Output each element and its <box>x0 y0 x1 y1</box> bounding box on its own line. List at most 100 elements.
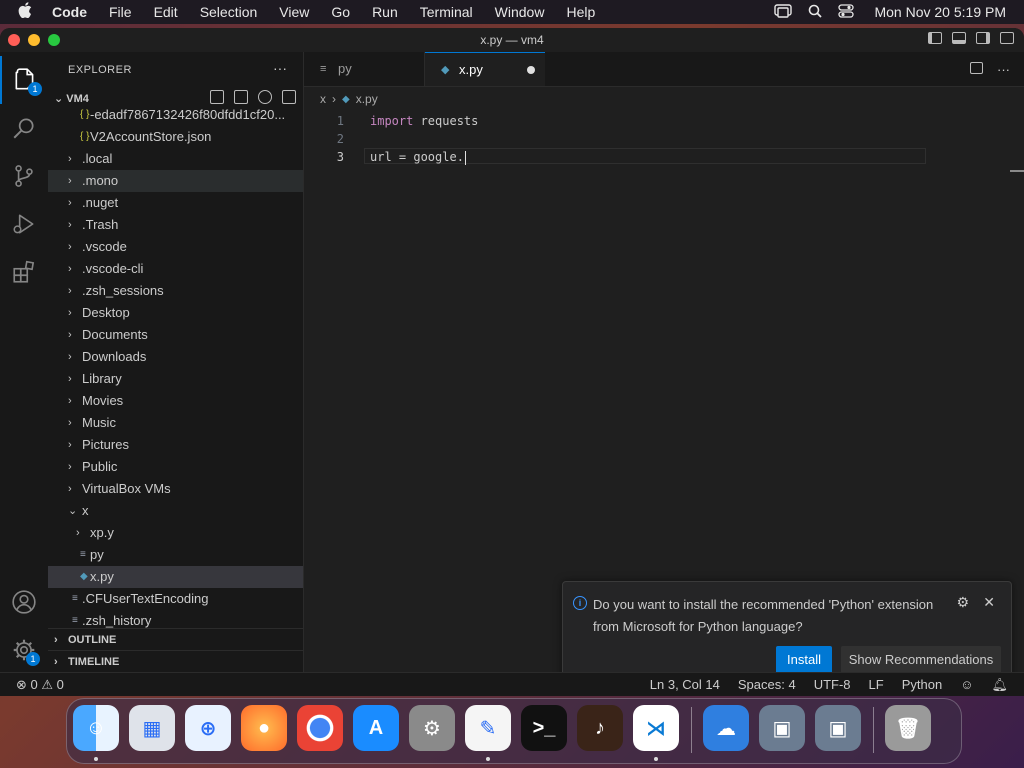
accounts-activity[interactable] <box>0 578 48 626</box>
menu-code[interactable]: Code <box>52 4 87 20</box>
tree-folder[interactable]: › .vscode <box>48 236 303 258</box>
code-line[interactable]: 1 import requests <box>304 112 1024 130</box>
more-actions-icon[interactable]: ··· <box>997 62 1010 77</box>
tree-folder[interactable]: › Library <box>48 368 303 390</box>
chrome-icon[interactable] <box>297 705 343 751</box>
indentation[interactable]: Spaces: 4 <box>738 677 796 693</box>
tree-file[interactable]: { } V2AccountStore.json <box>48 126 303 148</box>
tree-file[interactable]: ◆ x.py <box>48 566 303 588</box>
code-line[interactable]: 2 <box>304 130 1024 148</box>
close-icon[interactable]: ✕ <box>983 594 995 611</box>
breadcrumb-folder[interactable]: x <box>320 92 326 106</box>
menu-go[interactable]: Go <box>331 4 350 20</box>
collapse-all-icon[interactable] <box>282 90 296 104</box>
feedback-icon[interactable]: ☺ <box>960 677 973 693</box>
breadcrumb-file[interactable]: x.py <box>356 92 378 106</box>
outline-section[interactable]: › OUTLINE <box>48 628 303 651</box>
explorer-more-actions-icon[interactable]: ··· <box>273 60 287 76</box>
spotlight-search-icon[interactable] <box>808 4 823 21</box>
tree-folder[interactable]: › .zsh_sessions <box>48 280 303 302</box>
cursor-position[interactable]: Ln 3, Col 14 <box>650 677 720 693</box>
menu-edit[interactable]: Edit <box>154 4 178 20</box>
scrollbar-marker[interactable] <box>1010 170 1024 172</box>
new-folder-icon[interactable] <box>234 90 248 104</box>
menu-selection[interactable]: Selection <box>200 4 258 20</box>
screen-mirroring-icon[interactable] <box>774 3 793 21</box>
menu-view[interactable]: View <box>279 4 309 20</box>
menu-window[interactable]: Window <box>495 4 545 20</box>
tree-folder[interactable]: › .vscode-cli <box>48 258 303 280</box>
menu-run[interactable]: Run <box>372 4 398 20</box>
tree-folder[interactable]: ⌄ x <box>48 500 303 522</box>
tree-folder[interactable]: › VirtualBox VMs <box>48 478 303 500</box>
tree-item-label: .CFUserTextEncoding <box>82 591 209 606</box>
menu-terminal[interactable]: Terminal <box>420 4 473 20</box>
tree-item-label: .nuget <box>82 195 119 210</box>
tree-folder[interactable]: › .local <box>48 148 303 170</box>
vscode-icon[interactable]: ⋊ <box>633 705 679 751</box>
system-settings-icon[interactable]: ⚙ <box>409 705 455 751</box>
tree-file[interactable]: { } -edadf7867132426f80dfdd1cf20... <box>48 104 303 126</box>
tree-folder[interactable]: › Movies <box>48 390 303 412</box>
extensions-activity[interactable] <box>0 248 48 296</box>
garageband-icon[interactable]: ♪ <box>577 705 623 751</box>
tree-folder[interactable]: › Documents <box>48 324 303 346</box>
gear-icon[interactable]: ⚙ <box>956 594 969 611</box>
encoding[interactable]: UTF-8 <box>814 677 851 693</box>
code-line-current[interactable]: 3 url = google. <box>304 148 1024 166</box>
tree-folder[interactable]: › .mono <box>48 170 303 192</box>
tree-folder[interactable]: › Pictures <box>48 434 303 456</box>
toggle-secondary-sidebar-icon[interactable] <box>976 32 990 44</box>
problems-indicator[interactable]: ⊗ 0 ⚠ 0 <box>16 677 64 693</box>
apple-menu-icon[interactable] <box>18 1 38 23</box>
tree-item-label: x <box>82 503 89 518</box>
tree-file[interactable]: ≡ py <box>48 544 303 566</box>
control-center-icon[interactable] <box>838 3 855 21</box>
search-activity[interactable] <box>0 104 48 152</box>
new-file-icon[interactable] <box>210 90 224 104</box>
menu-help[interactable]: Help <box>566 4 595 20</box>
tree-folder[interactable]: › Downloads <box>48 346 303 368</box>
safari-icon[interactable]: ⊕ <box>185 705 231 751</box>
toggle-panel-icon[interactable] <box>952 32 966 44</box>
toggle-primary-sidebar-icon[interactable] <box>928 32 942 44</box>
textedit-icon[interactable]: ✎ <box>465 705 511 751</box>
tree-folder[interactable]: › Music <box>48 412 303 434</box>
language-mode[interactable]: Python <box>902 677 942 693</box>
tree-folder[interactable]: › .nuget <box>48 192 303 214</box>
terminal-icon[interactable]: >_ <box>521 705 567 751</box>
menu-file[interactable]: File <box>109 4 132 20</box>
chevron-right-icon: › <box>68 461 72 473</box>
menubar-clock[interactable]: Mon Nov 20 5:19 PM <box>874 4 1006 20</box>
tree-folder[interactable]: › xp.y <box>48 522 303 544</box>
tree-folder[interactable]: › Desktop <box>48 302 303 324</box>
install-button[interactable]: Install <box>776 646 832 674</box>
finder-icon[interactable]: ☺ <box>73 705 119 751</box>
virtualbox-icon[interactable]: ▣ <box>759 705 805 751</box>
tree-file[interactable]: ≡ .CFUserTextEncoding <box>48 588 303 610</box>
source-control-activity[interactable] <box>0 152 48 200</box>
code-editor[interactable]: 1 import requests 2 3 url = google. <box>304 112 1024 166</box>
app-store-icon[interactable]: A <box>353 705 399 751</box>
unsaved-dot-icon[interactable] <box>527 66 535 74</box>
notifications-bell-icon[interactable]: 🔔︎ <box>991 677 1008 693</box>
tab-x-py[interactable]: ◆ x.py <box>425 52 545 86</box>
customize-layout-icon[interactable] <box>1000 32 1014 44</box>
show-recommendations-button[interactable]: Show Recommendations <box>841 646 1001 674</box>
virtualbox-vm-icon[interactable]: ▣ <box>815 705 861 751</box>
manage-activity[interactable]: 1 <box>0 626 48 674</box>
weather-icon[interactable]: ☁ <box>703 705 749 751</box>
tree-folder[interactable]: › .Trash <box>48 214 303 236</box>
tab-py[interactable]: ≡ py <box>304 52 425 86</box>
launchpad-icon[interactable]: ▦ <box>129 705 175 751</box>
split-editor-icon[interactable] <box>970 62 983 74</box>
refresh-icon[interactable] <box>258 90 272 104</box>
run-debug-activity[interactable] <box>0 200 48 248</box>
explorer-activity[interactable]: 1 <box>0 56 48 104</box>
dock-separator <box>873 707 874 753</box>
line-ending[interactable]: LF <box>869 677 884 693</box>
firefox-icon[interactable]: ● <box>241 705 287 751</box>
tree-folder[interactable]: › Public <box>48 456 303 478</box>
trash-icon[interactable]: 🗑︎ <box>885 705 931 751</box>
timeline-section[interactable]: › TIMELINE <box>48 650 303 673</box>
